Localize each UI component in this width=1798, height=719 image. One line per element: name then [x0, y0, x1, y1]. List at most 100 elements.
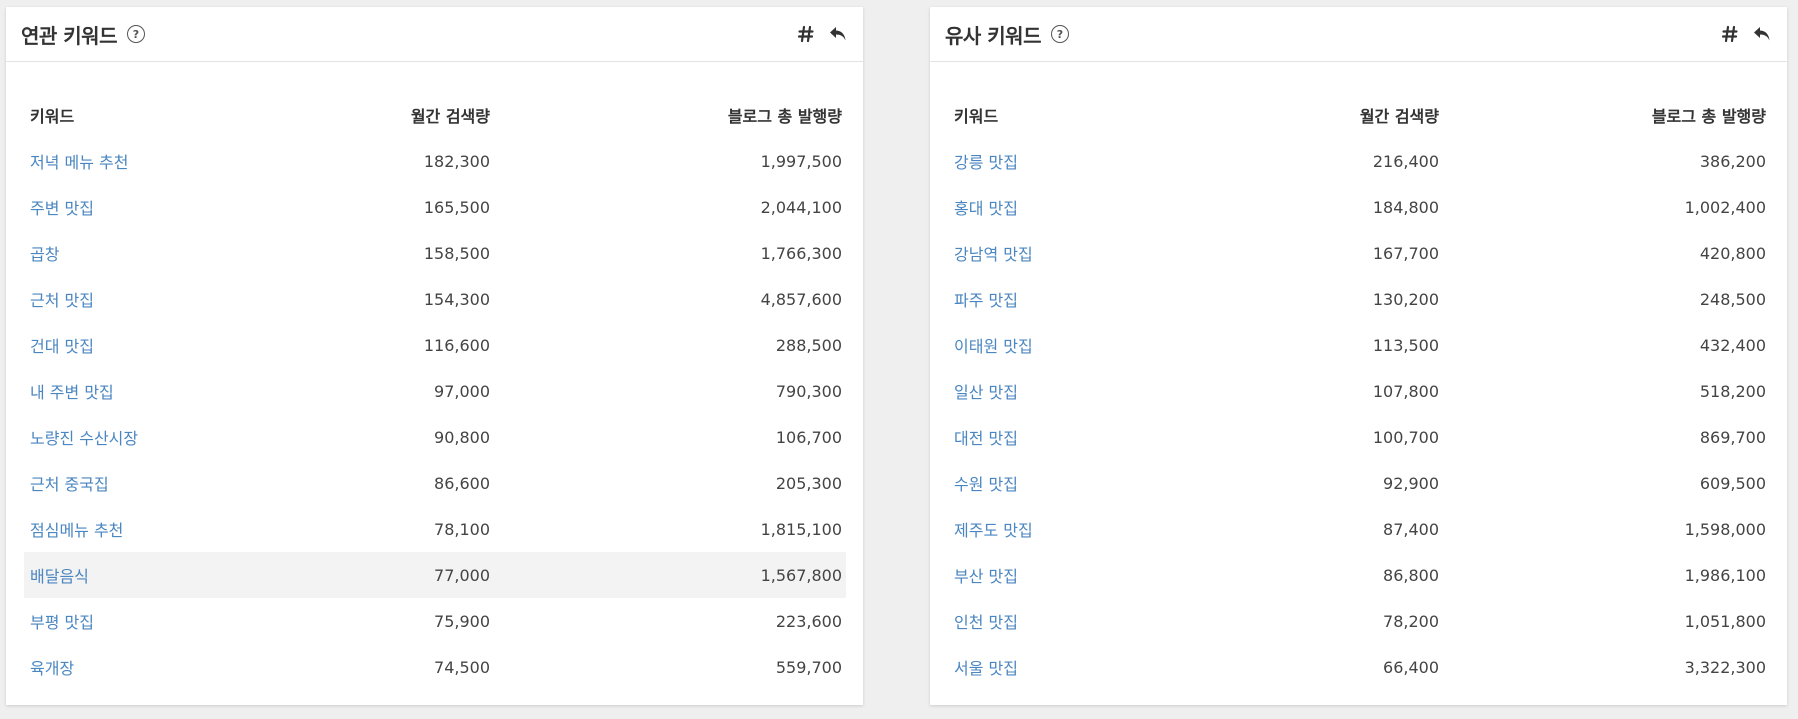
keyword-link[interactable]: 육개장	[30, 659, 74, 678]
blog-total-cell: 288,500	[775, 335, 842, 355]
blog-total-cell: 609,500	[1699, 473, 1766, 493]
monthly-search-cell: 66,400	[1383, 657, 1439, 677]
blog-total-cell: 205,300	[775, 473, 842, 493]
table-row: 주변 맛집 165,500 2,044,100	[24, 184, 846, 230]
keyword-cell: 부평 맛집	[24, 598, 294, 644]
blog-total-cell: 1,567,800	[494, 552, 846, 598]
keyword-cell: 파주 맛집	[948, 276, 1258, 322]
header-actions	[795, 23, 849, 45]
blog-total-cell: 869,700	[1699, 427, 1766, 447]
keyword-link[interactable]: 일산 맛집	[954, 383, 1018, 402]
monthly-search-cell: 86,800	[1383, 565, 1439, 585]
blog-total-cell: 1,815,100	[760, 519, 842, 539]
monthly-search-cell: 116,600	[423, 335, 490, 355]
keyword-link[interactable]: 부평 맛집	[30, 613, 94, 632]
column-header-blog-total[interactable]: 블로그 총 발행량	[1443, 92, 1770, 138]
table-row: 대전 맛집 100,700 869,700	[948, 414, 1770, 460]
keyword-link[interactable]: 건대 맛집	[30, 337, 94, 356]
table-row: 서울 맛집 66,400 3,322,300	[948, 644, 1770, 690]
panel-header: 유사 키워드 ?	[930, 7, 1787, 62]
keyword-cell: 근처 중국집	[24, 460, 294, 506]
keyword-link[interactable]: 서울 맛집	[954, 659, 1018, 678]
hash-icon[interactable]	[795, 23, 817, 45]
monthly-search-cell: 107,800	[1372, 381, 1439, 401]
keyword-link[interactable]: 인천 맛집	[954, 613, 1018, 632]
blog-total-cell: 518,200	[1699, 381, 1766, 401]
table-row-hovered: 배달음식 77,000 1,567,800	[24, 552, 846, 598]
table-row: 노량진 수산시장 90,800 106,700	[24, 414, 846, 460]
keyword-cell: 건대 맛집	[24, 322, 294, 368]
column-header-keyword[interactable]: 키워드	[24, 92, 294, 138]
keyword-cell: 근처 맛집	[24, 276, 294, 322]
panel-header: 연관 키워드 ?	[6, 7, 863, 62]
page: 연관 키워드 ? 키워드 월간 검색량 블로그 총 발행량 저녁 메뉴 추천 1…	[0, 0, 1798, 719]
table-row: 수원 맛집 92,900 609,500	[948, 460, 1770, 506]
table-row: 육개장 74,500 559,700	[24, 644, 846, 690]
monthly-search-cell: 158,500	[423, 243, 490, 263]
blog-total-cell: 420,800	[1699, 243, 1766, 263]
related-keywords-table: 키워드 월간 검색량 블로그 총 발행량 저녁 메뉴 추천 182,300 1,…	[24, 92, 846, 690]
keyword-link[interactable]: 부산 맛집	[954, 567, 1018, 586]
keyword-link[interactable]: 내 주변 맛집	[30, 383, 114, 402]
keyword-cell: 일산 맛집	[948, 368, 1258, 414]
keyword-link[interactable]: 근처 중국집	[30, 475, 109, 494]
blog-total-cell: 559,700	[775, 657, 842, 677]
column-header-monthly-search[interactable]: 월간 검색량	[1258, 92, 1443, 138]
keyword-cell: 노량진 수산시장	[24, 414, 294, 460]
table-row: 근처 중국집 86,600 205,300	[24, 460, 846, 506]
keyword-link[interactable]: 근처 맛집	[30, 291, 94, 310]
blog-total-cell: 1,002,400	[1684, 197, 1766, 217]
question-circle-icon[interactable]: ?	[126, 25, 145, 43]
reply-icon[interactable]	[827, 23, 849, 45]
keyword-link[interactable]: 주변 맛집	[30, 199, 94, 218]
keyword-link[interactable]: 곱창	[30, 245, 59, 264]
monthly-search-cell: 184,800	[1372, 197, 1439, 217]
blog-total-cell: 1,997,500	[760, 151, 842, 171]
keyword-link[interactable]: 파주 맛집	[954, 291, 1018, 310]
keyword-cell: 제주도 맛집	[948, 506, 1258, 552]
blog-total-cell: 790,300	[775, 381, 842, 401]
blog-total-cell: 106,700	[775, 427, 842, 447]
blog-total-cell: 4,857,600	[760, 289, 842, 309]
keyword-link[interactable]: 이태원 맛집	[954, 337, 1033, 356]
keyword-cell: 점심메뉴 추천	[24, 506, 294, 552]
hash-icon[interactable]	[1719, 23, 1741, 45]
column-header-monthly-search[interactable]: 월간 검색량	[294, 92, 494, 138]
keyword-link[interactable]: 노량진 수산시장	[30, 429, 138, 448]
table-row: 강남역 맛집 167,700 420,800	[948, 230, 1770, 276]
monthly-search-cell: 216,400	[1372, 151, 1439, 171]
table-row: 점심메뉴 추천 78,100 1,815,100	[24, 506, 846, 552]
keyword-cell: 배달음식	[24, 552, 294, 598]
monthly-search-cell: 78,100	[434, 519, 490, 539]
keyword-cell: 대전 맛집	[948, 414, 1258, 460]
keyword-cell: 서울 맛집	[948, 644, 1258, 690]
table-row: 홍대 맛집 184,800 1,002,400	[948, 184, 1770, 230]
keyword-link[interactable]: 제주도 맛집	[954, 521, 1033, 540]
keyword-link[interactable]: 저녁 메뉴 추천	[30, 153, 129, 172]
monthly-search-cell: 92,900	[1383, 473, 1439, 493]
table-row: 부산 맛집 86,800 1,986,100	[948, 552, 1770, 598]
similar-keywords-panel: 유사 키워드 ? 키워드 월간 검색량 블로그 총 발행량 강릉 맛집 216,…	[930, 7, 1787, 705]
keyword-link[interactable]: 대전 맛집	[954, 429, 1018, 448]
keyword-cell: 육개장	[24, 644, 294, 690]
question-circle-icon[interactable]: ?	[1050, 25, 1069, 43]
table-row: 일산 맛집 107,800 518,200	[948, 368, 1770, 414]
monthly-search-cell: 87,400	[1383, 519, 1439, 539]
blog-total-cell: 1,986,100	[1684, 565, 1766, 585]
monthly-search-cell: 74,500	[434, 657, 490, 677]
keyword-cell: 인천 맛집	[948, 598, 1258, 644]
blog-total-cell: 1,766,300	[760, 243, 842, 263]
keyword-link[interactable]: 수원 맛집	[954, 475, 1018, 494]
keyword-link[interactable]: 배달음식	[30, 567, 89, 586]
column-header-keyword[interactable]: 키워드	[948, 92, 1258, 138]
reply-icon[interactable]	[1751, 23, 1773, 45]
table-row: 제주도 맛집 87,400 1,598,000	[948, 506, 1770, 552]
keyword-link[interactable]: 점심메뉴 추천	[30, 521, 123, 540]
keyword-link[interactable]: 강릉 맛집	[954, 153, 1018, 172]
monthly-search-cell: 113,500	[1372, 335, 1439, 355]
column-header-blog-total[interactable]: 블로그 총 발행량	[494, 92, 846, 138]
keyword-link[interactable]: 홍대 맛집	[954, 199, 1018, 218]
table-row: 강릉 맛집 216,400 386,200	[948, 138, 1770, 184]
monthly-search-cell: 90,800	[434, 427, 490, 447]
keyword-link[interactable]: 강남역 맛집	[954, 245, 1033, 264]
